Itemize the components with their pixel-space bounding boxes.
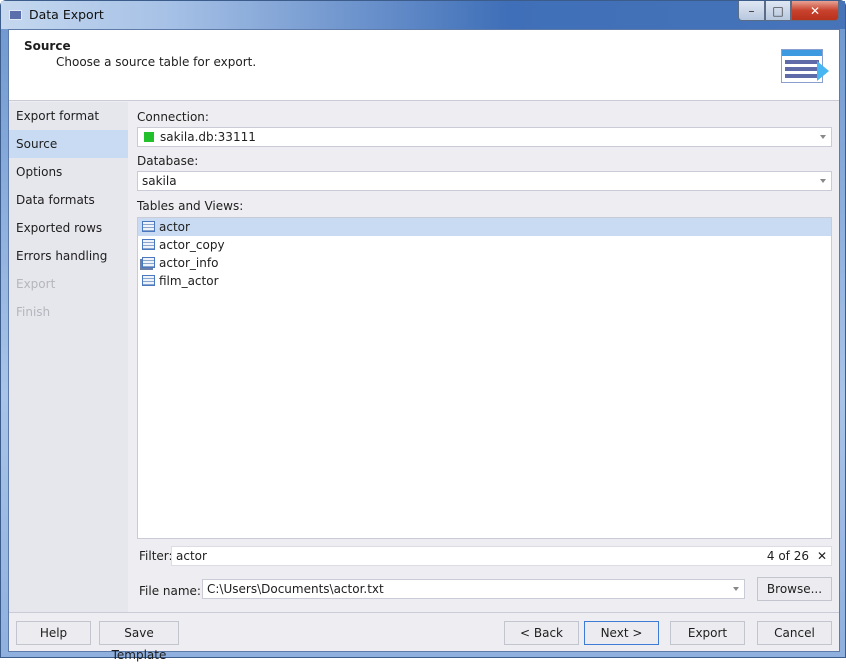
maximize-button[interactable]: □ (765, 1, 791, 21)
window-frame: Data Export – □ ✕ Source Choose a source… (0, 0, 846, 662)
help-button[interactable]: Help (16, 621, 91, 645)
cancel-button[interactable]: Cancel (757, 621, 832, 645)
filename-input[interactable]: C:\Users\Documents\actor.txt (202, 579, 745, 599)
clear-filter-icon[interactable]: ✕ (817, 547, 827, 565)
browse-button[interactable]: Browse... (757, 577, 832, 601)
page-title: Source (24, 39, 71, 53)
filter-input[interactable]: actor 4 of 26 ✕ (171, 546, 832, 566)
connection-select[interactable]: sakila.db:33111 (137, 127, 832, 147)
nav-export-format[interactable]: Export format (9, 102, 128, 130)
list-item[interactable]: actor_info (138, 254, 831, 272)
list-item[interactable]: actor_copy (138, 236, 831, 254)
item-label: actor_info (159, 256, 219, 270)
back-button[interactable]: < Back (504, 621, 579, 645)
view-icon (142, 257, 155, 268)
source-panel: Connection: sakila.db:33111 Database: sa… (128, 102, 839, 612)
export-button[interactable]: Export (670, 621, 745, 645)
close-button[interactable]: ✕ (791, 1, 839, 21)
filter-label: Filter: (139, 549, 173, 563)
footer-bar: Help Save Template < Back Next > Export … (9, 612, 839, 662)
nav-exported-rows[interactable]: Exported rows (9, 214, 128, 242)
save-template-button[interactable]: Save Template (99, 621, 179, 662)
next-button[interactable]: Next > (584, 621, 659, 645)
window-title: Data Export (29, 7, 104, 22)
connection-value: sakila.db:33111 (160, 130, 256, 144)
minimize-button[interactable]: – (738, 1, 765, 21)
app-icon (9, 10, 22, 20)
item-label: actor_copy (159, 238, 225, 252)
chevron-down-icon (820, 135, 826, 139)
item-label: film_actor (159, 274, 219, 288)
table-icon (142, 239, 155, 250)
nav-export: Export (16, 277, 56, 291)
list-item[interactable]: film_actor (138, 272, 831, 290)
table-export-icon (781, 49, 829, 83)
tables-list[interactable]: actor actor_copy actor_info film_actor (137, 217, 832, 539)
item-label: actor (159, 220, 190, 234)
wizard-header: Source Choose a source table for export. (9, 30, 839, 101)
filter-value: actor (176, 549, 207, 563)
table-icon (142, 275, 155, 286)
nav-data-formats[interactable]: Data formats (9, 186, 128, 214)
nav-finish: Finish (16, 305, 51, 319)
wizard-nav: Export format Source Options Data format… (9, 102, 128, 612)
nav-options[interactable]: Options (9, 158, 128, 186)
database-label: Database: (137, 154, 199, 168)
title-bar: Data Export – □ ✕ (1, 1, 845, 29)
chevron-down-icon (820, 179, 826, 183)
list-item[interactable]: actor (138, 218, 831, 236)
connection-label: Connection: (137, 110, 209, 124)
page-subtitle: Choose a source table for export. (56, 55, 257, 69)
chevron-down-icon (733, 587, 739, 591)
connection-status-icon (144, 132, 154, 142)
table-icon (142, 221, 155, 232)
nav-source[interactable]: Source (9, 130, 128, 158)
filter-count: 4 of 26 (766, 549, 809, 563)
tables-label: Tables and Views: (137, 199, 244, 213)
database-select[interactable]: sakila (137, 171, 832, 191)
filename-value: C:\Users\Documents\actor.txt (207, 582, 384, 596)
filename-label: File name: (139, 584, 201, 598)
database-value: sakila (142, 174, 177, 188)
nav-errors-handling[interactable]: Errors handling (9, 242, 128, 270)
dialog-client: Source Choose a source table for export.… (8, 29, 840, 662)
